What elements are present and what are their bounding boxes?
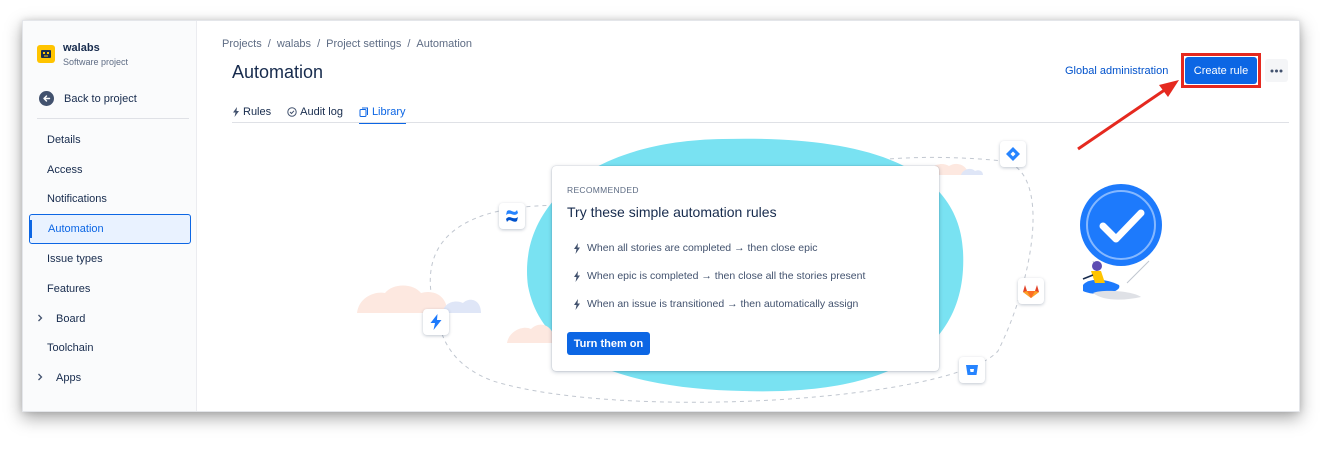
sidebar-item-label: Toolchain [47,342,94,355]
breadcrumb-separator: / [317,38,321,50]
turn-them-on-button[interactable]: Turn them on [567,332,650,355]
breadcrumb-separator: / [267,38,271,50]
lightning-icon [574,298,580,310]
sidebar-nav: Details Access Notifications Automation … [29,125,191,393]
gitlab-tile [1018,278,1044,304]
rule-text: When all stories are completed → then cl… [587,242,818,254]
tab-label: Rules [243,106,272,118]
breadcrumb-walabs[interactable]: walabs [277,38,311,50]
project-avatar-icon [37,45,55,63]
sidebar-item-label: Details [47,133,81,146]
sidebar-item-notifications[interactable]: Notifications [29,185,191,215]
sidebar-item-board[interactable]: Board [29,304,191,334]
automation-tile [423,309,449,335]
sidebar-item-access[interactable]: Access [29,155,191,185]
tab-rules[interactable]: Rules [232,103,271,121]
lightning-icon [430,314,442,330]
jira-diamond-icon [1006,147,1020,161]
tab-library[interactable]: Library [358,103,406,124]
bitbucket-icon [966,365,978,375]
tab-underline [232,122,1289,123]
lightning-icon [574,270,580,282]
gitlab-icon [1023,285,1039,298]
sidebar: walabs Software project Back to project … [23,21,197,411]
sidebar-divider [37,118,189,119]
tab-audit-log[interactable]: Audit log [287,103,343,121]
tab-label: Library [371,106,406,118]
card-eyebrow: RECOMMENDED [567,185,639,195]
chevron-right-icon [38,373,43,381]
jira-tile [1000,141,1026,167]
create-rule-button[interactable]: Create rule [1185,57,1257,84]
sidebar-item-label: Apps [56,372,82,385]
sidebar-item-features[interactable]: Features [29,274,191,304]
sidebar-item-toolchain[interactable]: Toolchain [29,334,191,364]
back-to-project-link[interactable]: Back to project [39,91,137,106]
bitbucket-tile [959,357,985,383]
confluence-tile [499,203,525,229]
project-name: walabs [63,42,100,54]
sidebar-item-details[interactable]: Details [29,125,191,155]
copy-icon [359,107,368,117]
sidebar-item-issue-types[interactable]: Issue types [29,244,191,274]
back-label: Back to project [64,92,137,105]
sidebar-item-apps[interactable]: Apps [29,363,191,393]
chevron-right-icon [38,314,43,322]
breadcrumb-separator: / [407,38,411,50]
app-window: walabs Software project Back to project … [22,20,1300,412]
confluence-icon [506,210,518,222]
rule-item: When all stories are completed → then cl… [573,242,818,254]
breadcrumb: Projects / walabs / Project settings / A… [222,38,478,50]
sidebar-item-label: Automation [48,223,104,236]
lightning-icon [574,242,580,254]
breadcrumb-automation[interactable]: Automation [416,38,472,50]
card-title: Try these simple automation rules [567,204,777,220]
sidebar-item-label: Issue types [47,253,103,266]
sidebar-item-label: Features [47,282,91,295]
more-actions-button[interactable] [1265,59,1288,82]
global-administration-link[interactable]: Global administration [1065,65,1168,77]
sidebar-item-automation[interactable]: Automation [29,214,191,245]
more-horizontal-icon [1270,69,1283,72]
arrow-left-icon [39,91,54,106]
lightning-icon [233,107,239,117]
sidebar-item-label: Access [47,163,83,176]
tab-label: Audit log [300,106,343,118]
rule-item: When epic is completed → then close all … [573,270,865,282]
rule-text: When an issue is transitioned → then aut… [587,298,859,310]
sidebar-item-label: Board [56,312,86,325]
project-header[interactable]: walabs Software project [37,41,128,69]
rule-item: When an issue is transitioned → then aut… [573,298,858,310]
sidebar-item-label: Notifications [47,193,107,206]
breadcrumb-projects[interactable]: Projects [222,38,262,50]
rule-text: When epic is completed → then close all … [587,270,866,282]
recommended-rules-card: RECOMMENDED Try these simple automation … [552,166,939,371]
tab-bar: Rules Audit log Library [232,103,422,124]
breadcrumb-project-settings[interactable]: Project settings [326,38,401,50]
check-circle-icon [287,107,297,117]
project-type: Software project [63,57,129,67]
page-title: Automation [232,62,324,82]
